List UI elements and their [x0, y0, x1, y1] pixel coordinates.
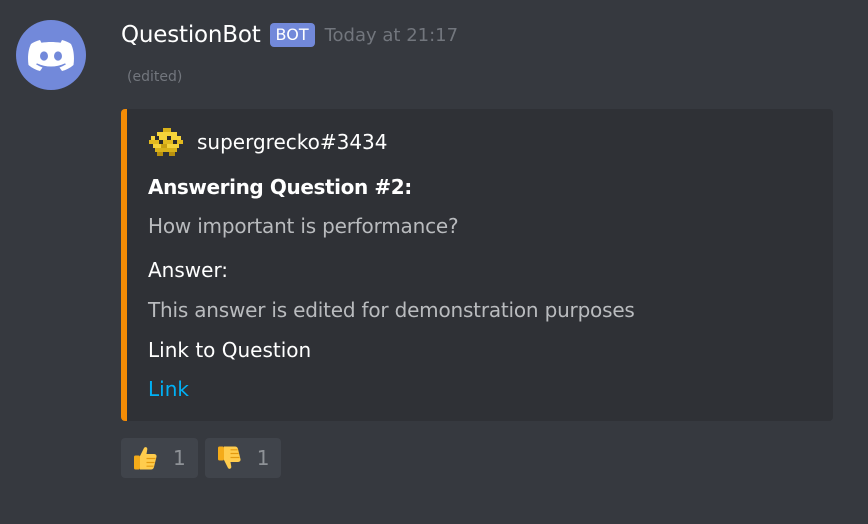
embed-card: supergrecko#3434 Answering Question #2: … — [121, 109, 833, 421]
pixel-avatar-icon — [149, 128, 183, 156]
discord-logo-icon — [28, 40, 74, 71]
bot-tag: BOT — [269, 23, 315, 47]
edited-indicator: (edited) — [127, 69, 183, 85]
reaction-count: 1 — [173, 446, 186, 470]
reaction-count: 1 — [256, 446, 270, 470]
bot-avatar[interactable] — [16, 20, 86, 90]
reaction-thumbs-down[interactable]: 1 — [204, 438, 282, 478]
message-timestamp[interactable]: Today at 21:17 — [325, 25, 458, 46]
thumbs-down-icon — [217, 446, 241, 469]
field-name-answer: Answer: — [148, 258, 229, 282]
field-value-answer: This answer is edited for demonstration … — [148, 298, 635, 322]
thumbs-up-icon — [134, 447, 157, 470]
embed-author: supergrecko#3434 — [149, 128, 388, 156]
question-link[interactable]: Link — [148, 377, 189, 401]
reactions-bar: 1 1 — [121, 438, 288, 478]
field-value-question: How important is performance? — [148, 214, 459, 238]
reaction-thumbs-up[interactable]: 1 — [121, 438, 198, 478]
message-header: QuestionBot BOT Today at 21:17 — [121, 22, 458, 48]
field-name-question: Answering Question #2: — [148, 175, 412, 199]
field-name-link: Link to Question — [148, 338, 312, 362]
author-username[interactable]: QuestionBot — [121, 22, 261, 48]
embed-author-name[interactable]: supergrecko#3434 — [197, 130, 388, 154]
